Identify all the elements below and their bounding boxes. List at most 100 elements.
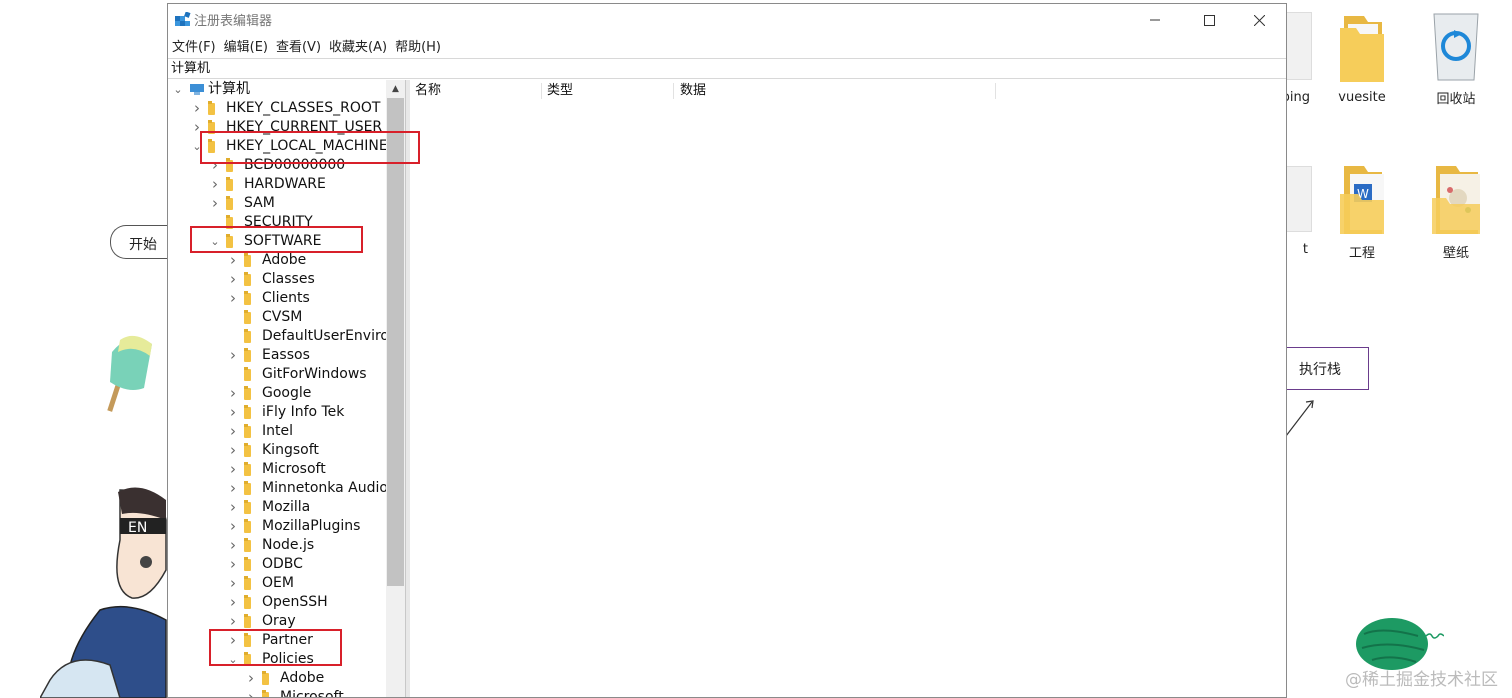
- menu-favorites[interactable]: 收藏夹(A): [325, 37, 391, 59]
- collapsed-chevron-icon[interactable]: ›: [228, 403, 238, 422]
- tree-item[interactable]: › MozillaPlugins: [168, 517, 386, 536]
- registry-icon: [175, 12, 191, 26]
- tree-item[interactable]: › Adobe: [168, 251, 386, 270]
- tree-item[interactable]: › Microsoft: [168, 688, 386, 697]
- collapsed-chevron-icon[interactable]: ›: [228, 289, 238, 308]
- maximize-icon: [1203, 14, 1215, 26]
- tree-item[interactable]: › OEM: [168, 574, 386, 593]
- tree-item-label: Mozilla: [262, 499, 311, 515]
- tree-item[interactable]: › Microsoft: [168, 460, 386, 479]
- collapsed-chevron-icon[interactable]: ›: [210, 194, 220, 213]
- splitter[interactable]: [406, 80, 410, 697]
- minimize-button[interactable]: [1132, 4, 1178, 36]
- folder-icon: [226, 177, 233, 191]
- tree-item-label: DefaultUserEnvironn: [262, 328, 406, 344]
- expanded-chevron-icon[interactable]: ⌄: [173, 80, 183, 99]
- tree-item-label: GitForWindows: [262, 366, 367, 382]
- menu-bar: 文件(F) 编辑(E) 查看(V) 收藏夹(A) 帮助(H): [168, 37, 1286, 59]
- window-title: 注册表编辑器: [194, 14, 273, 29]
- minimize-icon: [1150, 19, 1160, 21]
- desktop-icon-vuesite[interactable]: vuesite: [1322, 12, 1402, 105]
- collapsed-chevron-icon[interactable]: ›: [228, 422, 238, 441]
- tree-item[interactable]: › Adobe: [168, 669, 386, 688]
- folder-icon: [244, 443, 251, 457]
- menu-edit[interactable]: 编辑(E): [220, 37, 272, 59]
- tree-item-label: CVSM: [262, 309, 303, 325]
- menu-help[interactable]: 帮助(H): [391, 37, 445, 59]
- tree-item[interactable]: › Mozilla: [168, 498, 386, 517]
- tree-item-label: Google: [262, 385, 312, 401]
- tree-item-label: Clients: [262, 290, 310, 306]
- folder-icon: [244, 576, 251, 590]
- tree-item[interactable]: GitForWindows: [168, 365, 386, 384]
- tree-item[interactable]: CVSM: [168, 308, 386, 327]
- tree-item-computer[interactable]: ⌄ 计算机: [168, 80, 386, 99]
- tree-item[interactable]: › Google: [168, 384, 386, 403]
- start-note: 开始: [110, 225, 170, 259]
- collapsed-chevron-icon[interactable]: ›: [228, 346, 238, 365]
- address-bar[interactable]: 计算机: [168, 58, 1286, 79]
- scroll-up-arrow-icon[interactable]: ▲: [386, 80, 405, 98]
- svg-text:EN: EN: [128, 520, 147, 536]
- collapsed-chevron-icon[interactable]: ›: [228, 593, 238, 612]
- collapsed-chevron-icon[interactable]: ›: [246, 688, 256, 697]
- tree-item[interactable]: › Intel: [168, 422, 386, 441]
- tree-item[interactable]: › Minnetonka Audio S: [168, 479, 401, 498]
- tree-item[interactable]: DefaultUserEnvironn: [168, 327, 405, 346]
- collapsed-chevron-icon[interactable]: ›: [228, 270, 238, 289]
- collapsed-chevron-icon[interactable]: ›: [228, 536, 238, 555]
- tree-item-label: Minnetonka Audio S: [262, 480, 402, 496]
- folder-icon: [262, 690, 269, 697]
- desktop-icon-recycle-bin[interactable]: 回收站: [1416, 8, 1496, 107]
- folder-icon: [244, 310, 251, 324]
- collapsed-chevron-icon[interactable]: ›: [228, 441, 238, 460]
- folder-icon: [244, 291, 251, 305]
- tree-item[interactable]: › Clients: [168, 289, 386, 308]
- folder-icon: [208, 101, 215, 115]
- tree-item[interactable]: › iFly Info Tek: [168, 403, 386, 422]
- close-button[interactable]: [1236, 4, 1282, 36]
- column-type[interactable]: 类型: [547, 80, 573, 102]
- collapsed-chevron-icon[interactable]: ›: [228, 251, 238, 270]
- highlight-hkey-local-machine: [200, 131, 420, 164]
- tree-item-label: SAM: [244, 195, 275, 211]
- collapsed-chevron-icon[interactable]: ›: [192, 99, 202, 118]
- collapsed-chevron-icon[interactable]: ›: [246, 669, 256, 688]
- collapsed-chevron-icon[interactable]: ›: [228, 460, 238, 479]
- collapsed-chevron-icon[interactable]: ›: [210, 175, 220, 194]
- tree-item[interactable]: › SAM: [168, 194, 386, 213]
- tree-item[interactable]: › OpenSSH: [168, 593, 386, 612]
- folder-icon: [244, 405, 251, 419]
- column-name[interactable]: 名称: [415, 80, 441, 102]
- tree-item[interactable]: › HKEY_CLASSES_ROOT: [168, 99, 386, 118]
- tree-item[interactable]: › Classes: [168, 270, 386, 289]
- folder-icon: [244, 519, 251, 533]
- collapsed-chevron-icon[interactable]: ›: [228, 574, 238, 593]
- tree-item[interactable]: › ODBC: [168, 555, 386, 574]
- menu-view[interactable]: 查看(V): [272, 37, 325, 59]
- tree-item-label: Microsoft: [262, 461, 326, 477]
- tree-item-label: HKEY_CLASSES_ROOT: [226, 100, 381, 116]
- collapsed-chevron-icon[interactable]: ›: [228, 555, 238, 574]
- folder-icon: [244, 386, 251, 400]
- maximize-button[interactable]: [1186, 4, 1232, 36]
- menu-file[interactable]: 文件(F): [168, 37, 220, 59]
- desktop-icon-wallpaper[interactable]: 壁纸: [1416, 164, 1496, 261]
- folder-icon: [244, 348, 251, 362]
- desktop-icon-project[interactable]: W 工程: [1322, 164, 1402, 261]
- tree-item[interactable]: › Node.js: [168, 536, 386, 555]
- column-data[interactable]: 数据: [680, 80, 706, 102]
- collapsed-chevron-icon[interactable]: ›: [228, 479, 238, 498]
- tree-item-label: Node.js: [262, 537, 315, 553]
- tree-item-label: iFly Info Tek: [262, 404, 345, 420]
- registry-tree: ⌄ 计算机 › HKEY_CLASSES_ROOT › HKEY_CURRENT_US…: [168, 80, 406, 697]
- tree-item[interactable]: › Kingsoft: [168, 441, 386, 460]
- tree-scrollbar[interactable]: ▲: [386, 80, 405, 697]
- collapsed-chevron-icon[interactable]: ›: [228, 498, 238, 517]
- tree-item-label: Kingsoft: [262, 442, 319, 458]
- tree-item[interactable]: › HARDWARE: [168, 175, 386, 194]
- scroll-thumb[interactable]: [387, 98, 404, 586]
- collapsed-chevron-icon[interactable]: ›: [228, 517, 238, 536]
- tree-item[interactable]: › Eassos: [168, 346, 386, 365]
- collapsed-chevron-icon[interactable]: ›: [228, 384, 238, 403]
